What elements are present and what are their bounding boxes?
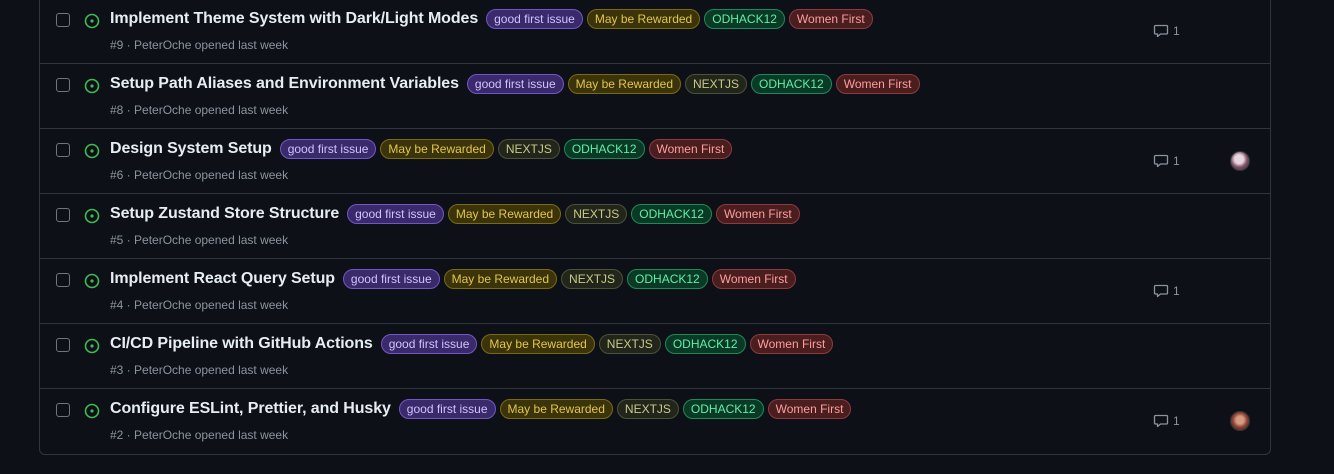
issue-meta: #6 · PeterOche opened last week	[110, 168, 289, 182]
issue-row[interactable]: Setup Path Aliases and Environment Varia…	[40, 64, 1270, 129]
issue-label[interactable]: May be Rewarded	[567, 74, 682, 94]
issue-meta: #5 · PeterOche opened last week	[110, 233, 289, 247]
comment-icon	[1153, 24, 1169, 38]
issue-label[interactable]: Women First	[648, 139, 733, 159]
select-issue-checkbox[interactable]	[56, 273, 70, 287]
comment-count: 1	[1173, 154, 1180, 168]
issue-label[interactable]: Women First	[835, 74, 920, 94]
comments-link[interactable]: 1	[1153, 283, 1180, 299]
issue-label[interactable]: NEXTJS	[685, 74, 748, 94]
issue-title-link[interactable]: Implement React Query Setup	[110, 270, 335, 288]
issue-label[interactable]: Women First	[788, 9, 873, 29]
issue-list: Implement Theme System with Dark/Light M…	[39, 0, 1271, 455]
issue-label[interactable]: good first issue	[347, 204, 444, 224]
issue-opened-icon	[84, 78, 100, 94]
issue-title-line: Implement Theme System with Dark/Light M…	[110, 9, 873, 29]
assignee-avatar[interactable]	[1230, 151, 1250, 171]
select-issue-checkbox[interactable]	[56, 78, 70, 92]
issue-meta: #8 · PeterOche opened last week	[110, 103, 289, 117]
issue-title-line: Configure ESLint, Prettier, and Husky goo…	[110, 399, 852, 419]
issue-label[interactable]: good first issue	[466, 74, 564, 94]
issue-title-link[interactable]: Configure ESLint, Prettier, and Husky	[110, 400, 391, 418]
issue-label[interactable]: NEXTJS	[561, 269, 624, 289]
issue-label[interactable]: ODHACK12	[563, 139, 645, 159]
issue-label[interactable]: good first issue	[398, 399, 496, 419]
issue-row[interactable]: CI/CD Pipeline with GitHub Actions good f…	[40, 324, 1270, 389]
issue-label[interactable]: good first issue	[486, 9, 583, 29]
comment-icon	[1153, 284, 1169, 298]
comments-link[interactable]: 1	[1153, 413, 1180, 429]
select-issue-checkbox[interactable]	[56, 13, 70, 27]
issue-label[interactable]: NEXTJS	[497, 139, 560, 159]
comments-link[interactable]: 1	[1153, 153, 1180, 169]
issue-meta: #9 · PeterOche opened last week	[110, 38, 289, 52]
issue-opened-icon	[84, 338, 100, 354]
issue-label[interactable]: ODHACK12	[751, 74, 832, 94]
issue-label[interactable]: ODHACK12	[664, 334, 746, 354]
issue-label[interactable]: Women First	[749, 334, 834, 354]
issue-title-line: Implement React Query Setup good first is…	[110, 269, 796, 289]
issue-title-link[interactable]: Setup Zustand Store Structure	[110, 205, 339, 223]
issue-label[interactable]: NEXTJS	[616, 399, 679, 419]
select-issue-checkbox[interactable]	[56, 208, 70, 222]
issue-label[interactable]: ODHACK12	[627, 269, 708, 289]
assignee-avatar[interactable]	[1230, 411, 1250, 431]
issue-label[interactable]: good first issue	[342, 269, 440, 289]
comments-link[interactable]: 1	[1153, 23, 1180, 39]
issue-row[interactable]: Configure ESLint, Prettier, and Husky goo…	[40, 389, 1270, 454]
issue-opened-icon	[84, 208, 100, 224]
issue-row[interactable]: Implement Theme System with Dark/Light M…	[40, 0, 1270, 64]
issue-title-line: Setup Zustand Store Structure good first …	[110, 204, 800, 224]
issue-row[interactable]: Design System Setup good first issue May b…	[40, 129, 1270, 194]
issue-title-line: CI/CD Pipeline with GitHub Actions good f…	[110, 334, 834, 354]
issue-label[interactable]: Women First	[711, 269, 796, 289]
issue-meta: #4 · PeterOche opened last week	[110, 298, 289, 312]
comment-count: 1	[1173, 414, 1180, 428]
issue-title-link[interactable]: CI/CD Pipeline with GitHub Actions	[110, 335, 373, 353]
issue-row[interactable]: Setup Zustand Store Structure good first …	[40, 194, 1270, 259]
issue-label[interactable]: May be Rewarded	[447, 204, 562, 224]
issue-title-link[interactable]: Design System Setup	[110, 140, 272, 158]
select-issue-checkbox[interactable]	[56, 143, 70, 157]
issue-label[interactable]: NEXTJS	[598, 334, 661, 354]
issue-label[interactable]: ODHACK12	[704, 9, 785, 29]
issue-label[interactable]: ODHACK12	[682, 399, 764, 419]
issue-opened-icon	[84, 403, 100, 419]
issue-label[interactable]: May be Rewarded	[380, 139, 494, 159]
issue-label[interactable]: Women First	[767, 399, 852, 419]
issue-meta: #3 · PeterOche opened last week	[110, 363, 289, 377]
issue-title-line: Setup Path Aliases and Environment Varia…	[110, 74, 920, 94]
issue-title-line: Design System Setup good first issue May b…	[110, 139, 733, 159]
comment-count: 1	[1173, 284, 1180, 298]
issue-label[interactable]: ODHACK12	[631, 204, 712, 224]
issue-opened-icon	[84, 273, 100, 289]
issue-label[interactable]: May be Rewarded	[499, 399, 613, 419]
issue-title-link[interactable]: Implement Theme System with Dark/Light M…	[110, 10, 478, 28]
issue-label[interactable]: good first issue	[380, 334, 478, 354]
comment-icon	[1153, 414, 1169, 428]
comment-count: 1	[1173, 24, 1180, 38]
issue-title-link[interactable]: Setup Path Aliases and Environment Varia…	[110, 75, 459, 93]
issue-meta: #2 · PeterOche opened last week	[110, 428, 289, 442]
issue-label[interactable]: NEXTJS	[565, 204, 628, 224]
select-issue-checkbox[interactable]	[56, 403, 70, 417]
issue-opened-icon	[84, 13, 100, 29]
issue-row[interactable]: Implement React Query Setup good first is…	[40, 259, 1270, 324]
issue-label[interactable]: Women First	[715, 204, 800, 224]
issue-label[interactable]: good first issue	[279, 139, 377, 159]
issue-label[interactable]: May be Rewarded	[443, 269, 558, 289]
issue-label[interactable]: May be Rewarded	[586, 9, 701, 29]
issue-opened-icon	[84, 143, 100, 159]
comment-icon	[1153, 154, 1169, 168]
issue-label[interactable]: May be Rewarded	[481, 334, 595, 354]
select-issue-checkbox[interactable]	[56, 338, 70, 352]
